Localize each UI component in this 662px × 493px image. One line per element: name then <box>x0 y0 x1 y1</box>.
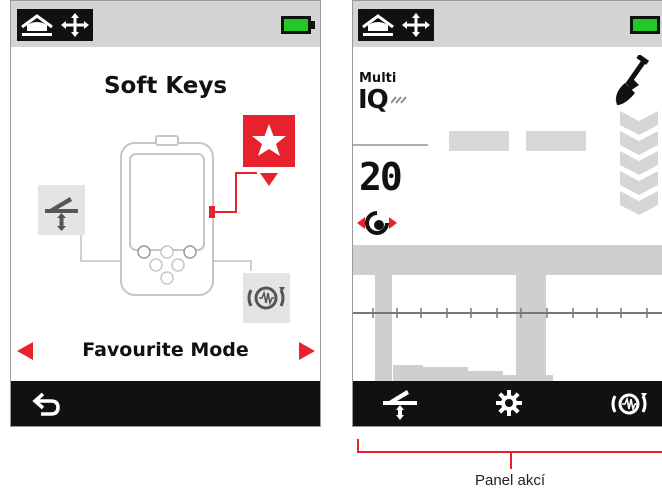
gear-icon[interactable] <box>496 390 522 416</box>
next-mode-arrow-icon[interactable] <box>299 342 315 360</box>
noise-cancel-button[interactable] <box>243 273 290 323</box>
noise-cancel-icon[interactable] <box>608 386 650 422</box>
digger-icon <box>615 55 650 105</box>
move-arrows-icon[interactable] <box>57 9 93 41</box>
discrimination-band <box>353 245 662 275</box>
action-bar <box>353 381 662 426</box>
ground-balance-button[interactable] <box>38 185 85 235</box>
soft-key-bar <box>11 381 320 426</box>
target-id-segment-1 <box>449 131 509 151</box>
status-bar <box>11 1 320 47</box>
noise-cancel-icon <box>247 286 285 310</box>
move-arrows-icon[interactable] <box>398 9 434 41</box>
mode-name-line2: IQ <box>358 85 389 115</box>
sensitivity-control-icon[interactable] <box>357 209 397 237</box>
action-panel-bracket <box>357 439 662 469</box>
ground-balance-icon[interactable] <box>381 387 419 421</box>
target-id-segment-2 <box>526 131 586 151</box>
divider <box>353 144 428 146</box>
star-icon[interactable] <box>243 115 295 167</box>
battery-icon <box>281 16 315 34</box>
down-arrow-icon <box>260 173 278 186</box>
prev-mode-arrow-icon[interactable] <box>17 342 33 360</box>
depth-chevrons-icon <box>620 111 658 215</box>
favourite-mode-label: Favourite Mode <box>82 339 249 361</box>
home-icon[interactable] <box>358 9 398 41</box>
home-icon[interactable] <box>17 9 57 41</box>
ground-balance-icon <box>45 197 78 231</box>
page-title: Soft Keys <box>103 73 228 99</box>
target-trace-graph <box>353 275 662 383</box>
multi-freq-icon <box>391 96 407 104</box>
left-device-screen: Soft Keys Favourite Mode <box>10 0 321 427</box>
battery-icon <box>630 16 660 34</box>
right-device-screen: Multi IQ 20 <box>352 0 662 427</box>
mode-name-line1: Multi <box>359 71 397 86</box>
action-panel-caption: Panel akcí <box>474 472 546 489</box>
sensitivity-value: 20 <box>359 155 403 199</box>
status-bar <box>353 1 662 47</box>
back-arrow-icon[interactable] <box>29 390 63 418</box>
